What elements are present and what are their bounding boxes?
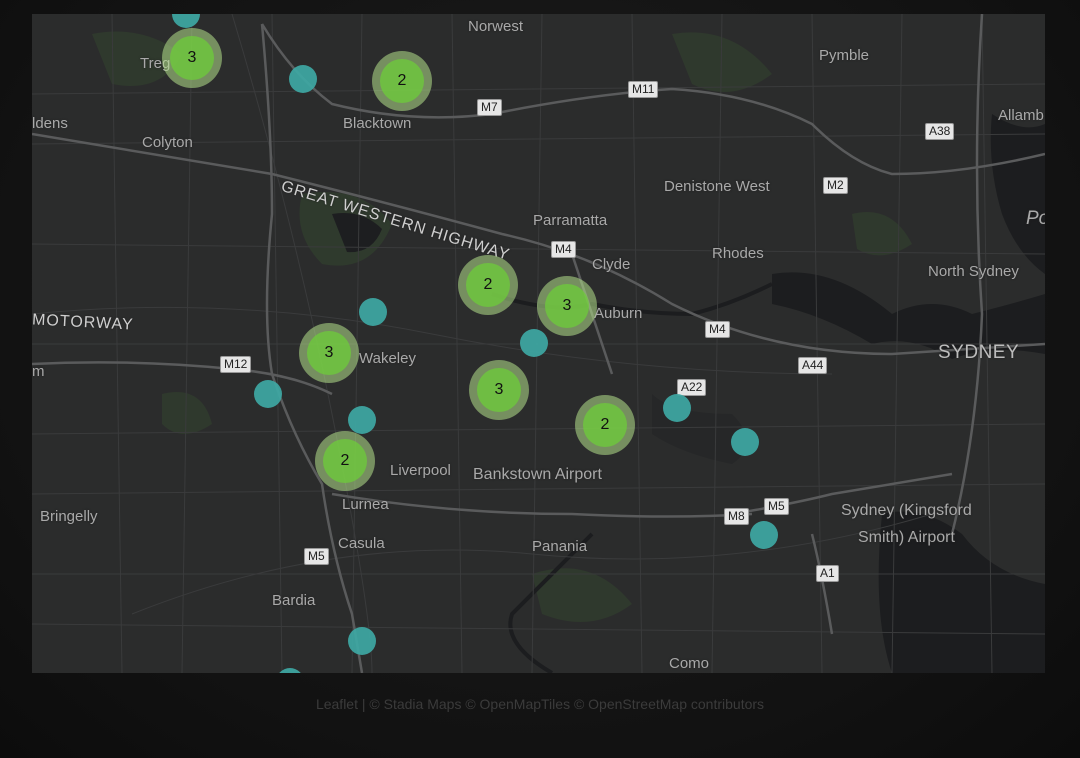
- place-label-parramatta: Parramatta: [533, 212, 608, 229]
- map-marker[interactable]: [348, 406, 376, 434]
- place-label-north-sydney: North Sydney: [928, 263, 1019, 280]
- place-label-po: Po: [1026, 208, 1045, 229]
- place-label-wakeley: Wakeley: [359, 350, 416, 367]
- attribution-text: © Stadia Maps © OpenMapTiles © OpenStree…: [369, 696, 765, 712]
- road-shield-m4-east: M4: [705, 321, 730, 338]
- road-shield-m11: M11: [628, 81, 659, 98]
- attribution-separator: |: [358, 696, 370, 712]
- map-marker[interactable]: [731, 428, 759, 456]
- map-marker[interactable]: [254, 380, 282, 408]
- place-label-liverpool: Liverpool: [390, 462, 451, 479]
- place-label-denistone-west: Denistone West: [664, 178, 770, 195]
- road-shield-m4: M4: [551, 241, 576, 258]
- place-label-lurnea: Lurnea: [342, 496, 389, 513]
- road-shield-a44: A44: [798, 357, 828, 374]
- marker-cluster-count: 2: [380, 59, 424, 103]
- place-label-como: Como: [669, 655, 710, 672]
- map-marker[interactable]: [750, 521, 778, 549]
- place-label-panania: Panania: [532, 538, 588, 555]
- place-label-clyde: Clyde: [592, 256, 631, 273]
- map-marker[interactable]: [289, 65, 317, 93]
- place-label-edge-m: m: [32, 363, 45, 380]
- place-label-auburn: Auburn: [594, 305, 643, 322]
- marker-cluster-count: 3: [477, 368, 521, 412]
- marker-cluster-count: 3: [170, 36, 214, 80]
- place-label-blacktown: Blacktown: [343, 115, 412, 132]
- marker-cluster-count: 2: [323, 439, 367, 483]
- leaflet-link[interactable]: Leaflet: [316, 696, 358, 712]
- road-shield-a38: A38: [925, 123, 955, 140]
- marker-cluster[interactable]: 2: [315, 431, 375, 491]
- road-shield-m7: M7: [477, 99, 502, 116]
- place-label-sydney: SYDNEY: [938, 342, 1020, 363]
- place-label-pymble: Pymble: [819, 47, 870, 64]
- place-label-colyton: Colyton: [142, 134, 193, 151]
- place-label-kingsford-1: Sydney (Kingsford: [841, 502, 972, 519]
- place-label-casula: Casula: [338, 535, 385, 552]
- marker-cluster-count: 3: [307, 331, 351, 375]
- marker-cluster-count: 2: [466, 263, 510, 307]
- marker-cluster-count: 2: [583, 403, 627, 447]
- road-shield-m5-east: M5: [764, 498, 789, 515]
- road-shield-a22: A22: [677, 379, 707, 396]
- map-marker[interactable]: [520, 329, 548, 357]
- marker-cluster[interactable]: 2: [575, 395, 635, 455]
- place-label-norwest: Norwest: [468, 18, 524, 35]
- marker-cluster-count: 3: [545, 284, 589, 328]
- marker-cluster[interactable]: 3: [299, 323, 359, 383]
- map-marker[interactable]: [359, 298, 387, 326]
- place-label-kingsford-2: Smith) Airport: [858, 529, 955, 546]
- map-marker[interactable]: [348, 627, 376, 655]
- place-label-bardia: Bardia: [272, 592, 316, 609]
- map-container[interactable]: Norwest Pymble Allamb Treg Blacktown lde…: [32, 14, 1045, 673]
- road-shield-a1: A1: [816, 565, 839, 582]
- place-label-rhodes: Rhodes: [712, 245, 764, 262]
- place-label-bringelly: Bringelly: [40, 508, 98, 525]
- marker-cluster[interactable]: 3: [162, 28, 222, 88]
- marker-cluster[interactable]: 3: [537, 276, 597, 336]
- marker-cluster[interactable]: 2: [372, 51, 432, 111]
- place-label-eldens: ldens: [32, 115, 68, 132]
- marker-cluster[interactable]: 3: [469, 360, 529, 420]
- road-shield-m5-west: M5: [304, 548, 329, 565]
- map-marker[interactable]: [663, 394, 691, 422]
- road-shield-m2: M2: [823, 177, 848, 194]
- road-shield-m12: M12: [220, 356, 252, 373]
- place-label-bankstown-airport: Bankstown Airport: [473, 466, 602, 483]
- place-label-allamb: Allamb: [998, 107, 1044, 124]
- map-attribution: Leaflet | © Stadia Maps © OpenMapTiles ©…: [0, 696, 1080, 712]
- road-shield-m8: M8: [724, 508, 749, 525]
- marker-cluster[interactable]: 2: [458, 255, 518, 315]
